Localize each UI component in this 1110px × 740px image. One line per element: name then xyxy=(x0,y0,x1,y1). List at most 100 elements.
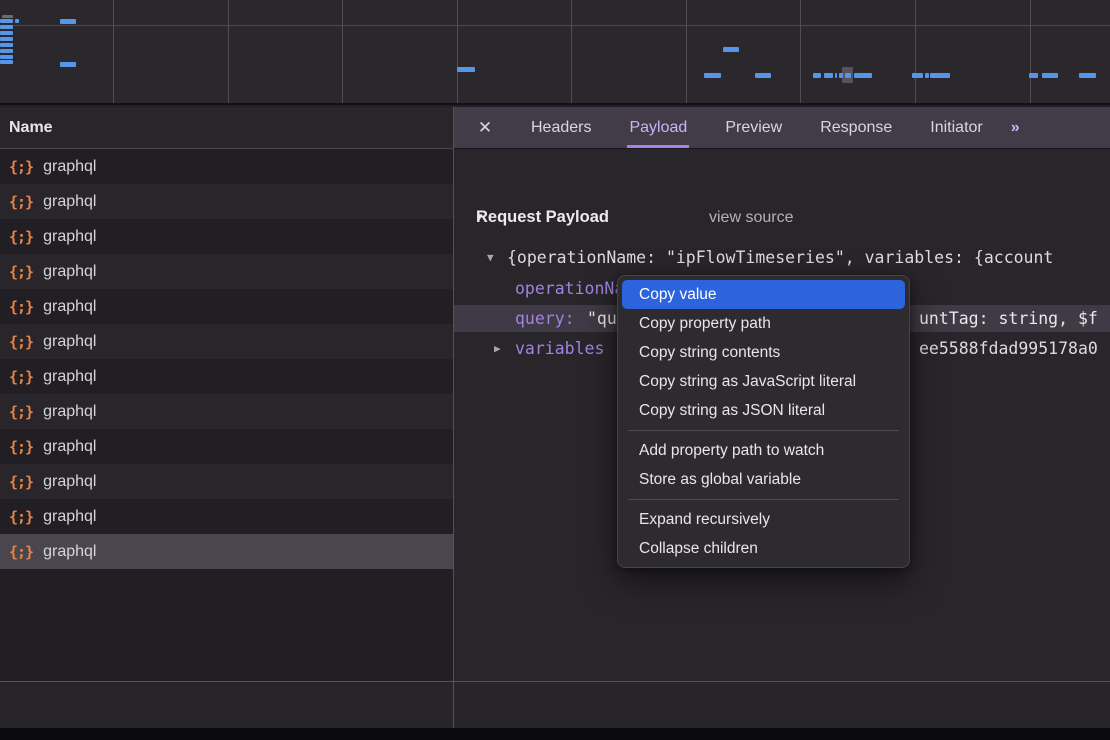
waterfall-request-bar[interactable] xyxy=(723,47,739,52)
property-value-fragment-right: ee5588fdad995178a0 xyxy=(919,335,1098,362)
waterfall-request-bar[interactable] xyxy=(0,43,13,47)
request-row[interactable]: {;}graphql xyxy=(0,149,453,184)
tab-headers[interactable]: Headers xyxy=(529,107,593,148)
menu-item-copy-property-path[interactable]: Copy property path xyxy=(622,309,905,338)
collapsed-arrow-icon[interactable]: ▶ xyxy=(494,335,501,362)
overview-gridline xyxy=(915,0,916,103)
json-fetch-icon: {;} xyxy=(9,228,33,246)
waterfall-request-bar[interactable] xyxy=(925,73,929,78)
request-list-panel: Name {;} graphql {;} graphql {;} graphql {;… xyxy=(0,107,453,681)
menu-item-expand-recursively[interactable]: Expand recursively xyxy=(622,505,905,534)
request-name: graphql xyxy=(43,263,96,281)
json-fetch-icon: {;} xyxy=(9,438,33,456)
panel-vertical-divider[interactable] xyxy=(453,107,454,728)
request-name: graphql xyxy=(43,333,96,351)
json-fetch-icon: {;} xyxy=(9,158,33,176)
waterfall-request-bar[interactable] xyxy=(0,31,13,35)
waterfall-request-bar[interactable] xyxy=(813,73,821,78)
overview-gridline xyxy=(457,0,458,103)
json-fetch-icon: {;} xyxy=(9,508,33,526)
menu-item-copy-string-json-literal[interactable]: Copy string as JSON literal xyxy=(622,396,905,425)
json-fetch-icon: {;} xyxy=(9,368,33,386)
overview-gridline xyxy=(800,0,801,103)
status-footer xyxy=(0,682,1110,728)
view-source-link[interactable]: view source xyxy=(709,204,793,231)
waterfall-request-bar[interactable] xyxy=(0,60,13,64)
expanded-arrow-icon[interactable]: ▼ xyxy=(487,244,494,271)
network-overview-waterfall[interactable] xyxy=(0,0,1110,105)
menu-separator xyxy=(628,430,899,431)
overview-gridline xyxy=(1030,0,1031,103)
request-name: graphql xyxy=(43,403,96,421)
more-tabs-icon[interactable]: » xyxy=(1011,107,1018,148)
property-value-fragment-left: "qu xyxy=(587,305,617,332)
waterfall-request-bar[interactable] xyxy=(930,73,950,78)
request-name: graphql xyxy=(43,228,96,246)
request-row[interactable]: {;} graphql xyxy=(0,219,453,254)
menu-item-collapse-children[interactable]: Collapse children xyxy=(622,534,905,563)
waterfall-request-bar[interactable] xyxy=(845,73,851,78)
payload-object-preview: {operationName: "ipFlowTimeseries", vari… xyxy=(507,244,1053,271)
request-row[interactable]: {;} graphql xyxy=(0,289,453,324)
overview-gridline xyxy=(686,0,687,103)
json-fetch-icon: {;} xyxy=(9,298,33,316)
tab-preview[interactable]: Preview xyxy=(723,107,784,148)
waterfall-request-bar[interactable] xyxy=(755,73,771,78)
request-row[interactable]: {;}graphql xyxy=(0,499,453,534)
detail-tab-bar: ✕ Headers Payload Preview Response Initi… xyxy=(454,107,1110,149)
json-fetch-icon: {;} xyxy=(9,403,33,421)
tab-payload[interactable]: Payload xyxy=(627,107,689,148)
context-menu: Copy value Copy property path Copy strin… xyxy=(617,275,910,568)
tab-initiator[interactable]: Initiator xyxy=(928,107,984,148)
waterfall-request-bar[interactable] xyxy=(0,37,13,41)
waterfall-request-bar[interactable] xyxy=(457,67,475,72)
menu-separator xyxy=(628,499,899,500)
waterfall-request-bar[interactable] xyxy=(912,73,923,78)
waterfall-request-bar[interactable] xyxy=(839,73,843,78)
request-row-selected[interactable]: {;}graphql xyxy=(0,534,453,569)
menu-item-store-as-global-variable[interactable]: Store as global variable xyxy=(622,465,905,494)
menu-item-copy-string-contents[interactable]: Copy string contents xyxy=(622,338,905,367)
json-fetch-icon: {;} xyxy=(9,193,33,211)
name-column-label: Name xyxy=(9,119,53,137)
waterfall-request-bar[interactable] xyxy=(60,62,76,67)
waterfall-request-bar[interactable] xyxy=(1079,73,1096,78)
waterfall-request-bar[interactable] xyxy=(0,49,13,53)
waterfall-request-bar[interactable] xyxy=(0,19,13,23)
payload-root-row[interactable]: ▼ {operationName: "ipFlowTimeseries", va… xyxy=(454,244,1110,271)
waterfall-request-bar[interactable] xyxy=(2,15,13,18)
request-row[interactable]: {;}graphql xyxy=(0,184,453,219)
close-icon[interactable]: ✕ xyxy=(475,107,495,148)
name-column-header[interactable]: Name xyxy=(0,107,453,149)
waterfall-request-bar[interactable] xyxy=(1029,73,1038,78)
request-row[interactable]: {;}graphql xyxy=(0,254,453,289)
waterfall-request-bar[interactable] xyxy=(0,55,13,59)
section-title: Request Payload xyxy=(476,204,609,231)
waterfall-request-bar[interactable] xyxy=(835,73,837,78)
footer-horizontal-divider xyxy=(0,681,1110,682)
json-fetch-icon: {;} xyxy=(9,473,33,491)
menu-item-add-property-path-to-watch[interactable]: Add property path to watch xyxy=(622,436,905,465)
waterfall-request-bar[interactable] xyxy=(60,19,76,24)
request-name: graphql xyxy=(43,368,96,386)
request-name: graphql xyxy=(43,298,96,316)
waterfall-request-bar[interactable] xyxy=(704,73,721,78)
request-row[interactable]: {;} graphql xyxy=(0,324,453,359)
request-row[interactable]: {;}graphql xyxy=(0,429,453,464)
waterfall-request-bar[interactable] xyxy=(824,73,833,78)
waterfall-request-bar[interactable] xyxy=(1042,73,1058,78)
tab-response[interactable]: Response xyxy=(818,107,894,148)
menu-item-copy-string-js-literal[interactable]: Copy string as JavaScript literal xyxy=(622,367,905,396)
menu-item-copy-value[interactable]: Copy value xyxy=(622,280,905,309)
waterfall-request-bar[interactable] xyxy=(854,73,872,78)
overview-gridline xyxy=(113,0,114,103)
json-fetch-icon: {;} xyxy=(9,333,33,351)
request-row[interactable]: {;}graphql xyxy=(0,464,453,499)
overview-gridline xyxy=(342,0,343,103)
request-row[interactable]: {;} graphql xyxy=(0,394,453,429)
overview-gridline xyxy=(571,0,572,103)
request-payload-section-header[interactable]: ▾ Request Payload view source xyxy=(454,204,1110,231)
waterfall-request-bar[interactable] xyxy=(0,25,13,29)
request-row[interactable]: {;} graphql xyxy=(0,359,453,394)
waterfall-request-bar[interactable] xyxy=(15,19,19,23)
